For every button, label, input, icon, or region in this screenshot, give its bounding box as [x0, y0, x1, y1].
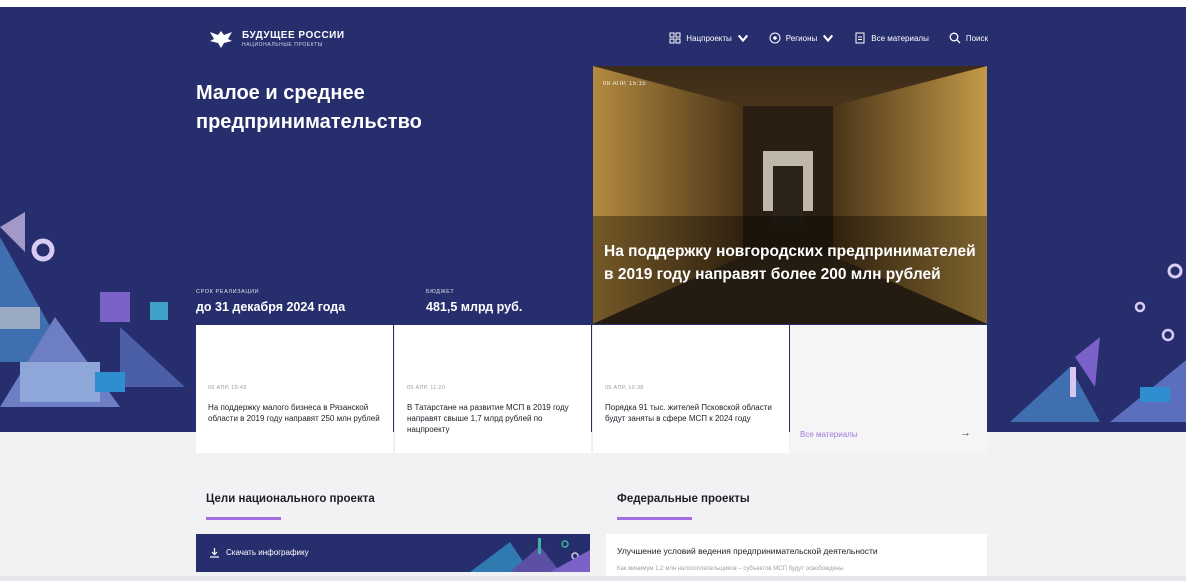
- featured-news-date: 08 АПР, 15:15: [603, 81, 647, 87]
- news-date: 05 АПР, 15:43: [208, 385, 247, 391]
- news-title[interactable]: Порядка 91 тыс. жителей Псковской област…: [605, 402, 780, 424]
- federal-project-item[interactable]: Улучшение условий ведения предпринимател…: [606, 534, 987, 576]
- left-decoration-icon: [0, 212, 185, 407]
- all-materials-card[interactable]: Все материалы →: [790, 325, 987, 453]
- deadline-value: до 31 декабря 2024 года: [196, 300, 346, 314]
- nav-label: Все материалы: [871, 33, 929, 43]
- budget-block: БЮДЖЕТ 481,5 млрд руб.: [426, 289, 522, 314]
- top-navigation: Нацпроекты Регионы Все материалы Поиск: [669, 32, 988, 44]
- browser-top-strip: [0, 0, 1186, 7]
- eagle-emblem-icon: [210, 31, 232, 48]
- page-title: Малое и среднее предпринимательство: [196, 82, 422, 133]
- featured-news-headline[interactable]: На поддержку новгородских предпринимател…: [604, 240, 976, 286]
- deadline-label: СРОК РЕАЛИЗАЦИИ: [196, 289, 260, 295]
- nav-label: Нацпроекты: [686, 33, 732, 43]
- download-label: Скачать инфографику: [226, 548, 309, 557]
- nav-label: Поиск: [965, 33, 988, 43]
- chevron-down-icon: [737, 34, 748, 43]
- featured-news-card[interactable]: 08 АПР, 15:15 На поддержку новгородских …: [593, 66, 987, 324]
- bottom-strip: [0, 576, 1186, 581]
- goals-heading: Цели национального проекта: [206, 493, 375, 505]
- chevron-down-icon: [823, 34, 834, 43]
- budget-label: БЮДЖЕТ: [426, 289, 455, 295]
- nav-search[interactable]: Поиск: [949, 32, 988, 44]
- download-decoration-icon: [470, 538, 590, 572]
- federal-project-title[interactable]: Улучшение условий ведения предпринимател…: [617, 546, 878, 556]
- news-title[interactable]: На поддержку малого бизнеса в Рязанской …: [208, 402, 383, 424]
- deadline-block: СРОК РЕАЛИЗАЦИИ до 31 декабря 2024 года: [196, 289, 345, 314]
- goals-underline: [206, 517, 281, 520]
- nav-label: Регионы: [785, 33, 818, 43]
- search-icon: [949, 32, 961, 44]
- federal-underline: [617, 517, 692, 520]
- news-card[interactable]: 05 АПР, 10:38 Порядка 91 тыс. жителей Пс…: [592, 325, 789, 453]
- news-card[interactable]: 05 АПР, 11:20 В Татарстане на развитие М…: [394, 325, 591, 453]
- nav-national-projects[interactable]: Нацпроекты: [669, 32, 749, 44]
- arrow-right-icon[interactable]: →: [960, 427, 971, 439]
- nav-all-materials[interactable]: Все материалы: [854, 32, 929, 44]
- right-decoration-icon: [1010, 263, 1186, 422]
- nav-regions[interactable]: Регионы: [769, 32, 834, 44]
- federal-project-description: Как минимум 1,2 млн налогоплательщиков –…: [617, 566, 844, 572]
- logo-title: БУДУЩЕЕ РОССИИ: [242, 30, 345, 41]
- download-infographic-button[interactable]: Скачать инфографику: [196, 534, 590, 572]
- grid-icon: [669, 32, 681, 44]
- news-date: 05 АПР, 10:38: [605, 385, 644, 391]
- logo-subtitle: НАЦИОНАЛЬНЫЕ ПРОЕКТЫ: [242, 42, 323, 48]
- news-card[interactable]: 05 АПР, 15:43 На поддержку малого бизнес…: [196, 325, 393, 453]
- location-pin-icon: [769, 32, 781, 44]
- site-logo[interactable]: БУДУЩЕЕ РОССИИ НАЦИОНАЛЬНЫЕ ПРОЕКТЫ: [208, 29, 345, 49]
- document-icon: [855, 32, 865, 44]
- all-materials-link[interactable]: Все материалы: [800, 430, 858, 439]
- federal-projects-heading: Федеральные проекты: [617, 493, 750, 505]
- news-date: 05 АПР, 11:20: [407, 385, 446, 391]
- download-icon: [210, 548, 219, 558]
- news-title[interactable]: В Татарстане на развитие МСП в 2019 году…: [407, 402, 582, 435]
- budget-value: 481,5 млрд руб.: [426, 300, 523, 314]
